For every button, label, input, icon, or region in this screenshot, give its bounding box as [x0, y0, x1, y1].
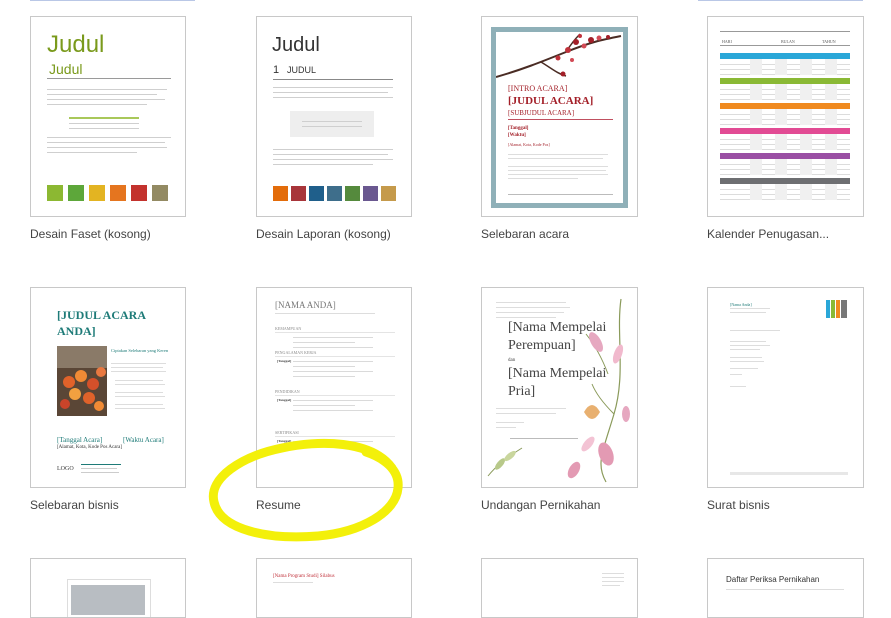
flyer-border: [INTRO ACARA] [JUDUL ACARA] [SUBJUDUL AC… — [491, 27, 628, 208]
color-swatch — [327, 186, 342, 201]
flyer-title-line2: ANDA] — [57, 324, 96, 338]
flyer-intro: [INTRO ACARA] — [508, 84, 568, 93]
flyer-date: [Tanggal] — [508, 126, 529, 131]
flyer-date: [Tanggal Acara] — [57, 436, 103, 444]
flyer-logo: LOGO — [57, 466, 74, 472]
template-caption: Desain Faset (kosong) — [30, 227, 151, 241]
color-swatch — [273, 186, 288, 201]
flyer-address: [Alamat, Kota, Kode Pos] — [508, 142, 550, 147]
template-caption: Selebaran acara — [481, 227, 570, 241]
resume-section-heading: PENGALAMAN KERJA — [275, 350, 317, 355]
template-thumbnail[interactable]: [Nama Mempelai Perempuan] dan [Nama Memp… — [481, 287, 638, 488]
flyer-time: [Waktu Acara] — [123, 436, 164, 444]
color-swatch — [363, 186, 378, 201]
resume-date-label: [Tanggal] — [277, 398, 292, 402]
color-swatch — [152, 185, 168, 201]
flyer-subtitle: Ciptakan Selebaran yang Keren — [111, 348, 169, 353]
calendar-header-month: BULAN — [781, 39, 795, 44]
template-caption: Resume — [256, 498, 301, 512]
template-thumbnail[interactable]: [INTRO ACARA] [JUDUL ACARA] [SUBJUDUL AC… — [481, 16, 638, 217]
template-caption: Selebaran bisnis — [30, 498, 119, 512]
color-swatch — [291, 186, 306, 201]
template-thumbnail[interactable]: Daftar Periksa Pernikahan — [707, 558, 864, 618]
flyer-address: [Alamat, Kota, Kode Pos Acara] — [57, 445, 122, 450]
syllabus-title: [Nama Program Studi] Silabus — [273, 574, 335, 579]
template-thumbnail[interactable]: [NAMA ANDA] KEMAMPUAN PENGALAMAN KERJA [Ta… — [256, 287, 412, 488]
template-caption: Surat bisnis — [707, 498, 770, 512]
calendar-header-day: HARI — [722, 39, 732, 44]
template-thumbnail[interactable] — [30, 558, 186, 618]
and-text: dan — [508, 358, 516, 363]
resume-section-heading: SERTIFIKASI — [275, 430, 299, 435]
selection-stripe — [698, 0, 863, 1]
selection-stripe — [30, 0, 195, 1]
template-thumbnail[interactable]: HARI BULAN TAHUN — [707, 16, 864, 217]
template-caption: Undangan Pernikahan — [481, 498, 601, 512]
template-thumbnail[interactable]: [Nama Anda] — [707, 287, 864, 488]
template-thumbnail[interactable] — [481, 558, 638, 618]
color-swatch — [345, 186, 360, 201]
template-thumbnail[interactable]: Judul Judul — [30, 16, 186, 217]
color-swatch — [110, 185, 126, 201]
doc-heading: JUDUL — [287, 65, 317, 75]
color-swatch — [68, 185, 84, 201]
color-swatch — [381, 186, 396, 201]
letter-sender: [Nama Anda] — [730, 302, 752, 307]
resume-name: [NAMA ANDA] — [275, 300, 336, 310]
flyer-title: [JUDUL ACARA] — [508, 95, 594, 107]
checklist-title: Daftar Periksa Pernikahan — [726, 575, 820, 584]
resume-date-label: [Tanggal] — [277, 439, 292, 443]
template-thumbnail[interactable]: [Nama Program Studi] Silabus — [256, 558, 412, 618]
color-swatch — [309, 186, 324, 201]
doc-title: Judul — [47, 31, 105, 58]
cherry-blossom-branch-icon — [496, 33, 622, 78]
template-thumbnail[interactable]: Judul 1 JUDUL — [256, 16, 412, 217]
leaf-illustration-icon — [487, 447, 523, 477]
resume-section-heading: KEMAMPUAN — [275, 326, 302, 331]
template-caption: Desain Laporan (kosong) — [256, 227, 391, 241]
calendar-header-year: TAHUN — [822, 39, 836, 44]
color-swatch — [47, 185, 63, 201]
doc-title: Judul — [272, 34, 320, 56]
doc-subtitle: Judul — [49, 61, 83, 77]
template-caption: Kalender Penugasan... — [707, 227, 830, 241]
quote-box — [290, 111, 374, 137]
color-swatch — [131, 185, 147, 201]
flyer-time: [Waktu] — [508, 133, 526, 138]
color-swatch — [89, 185, 105, 201]
template-thumbnail[interactable]: [JUDUL ACARA ANDA] Ciptakan Selebaran ya… — [30, 287, 186, 488]
flyer-subtitle: [SUBJUDUL ACARA] — [508, 109, 575, 117]
groom-name-line2: Pria] — [508, 384, 536, 399]
floral-illustration-icon — [567, 298, 630, 483]
flyer-title-line1: [JUDUL ACARA — [57, 308, 147, 322]
resume-date-label: [Tanggal] — [277, 359, 292, 363]
heading-number: 1 — [273, 64, 280, 76]
flower-photo-icon — [57, 346, 107, 416]
resume-section-heading: PENDIDIKAN — [275, 389, 300, 394]
